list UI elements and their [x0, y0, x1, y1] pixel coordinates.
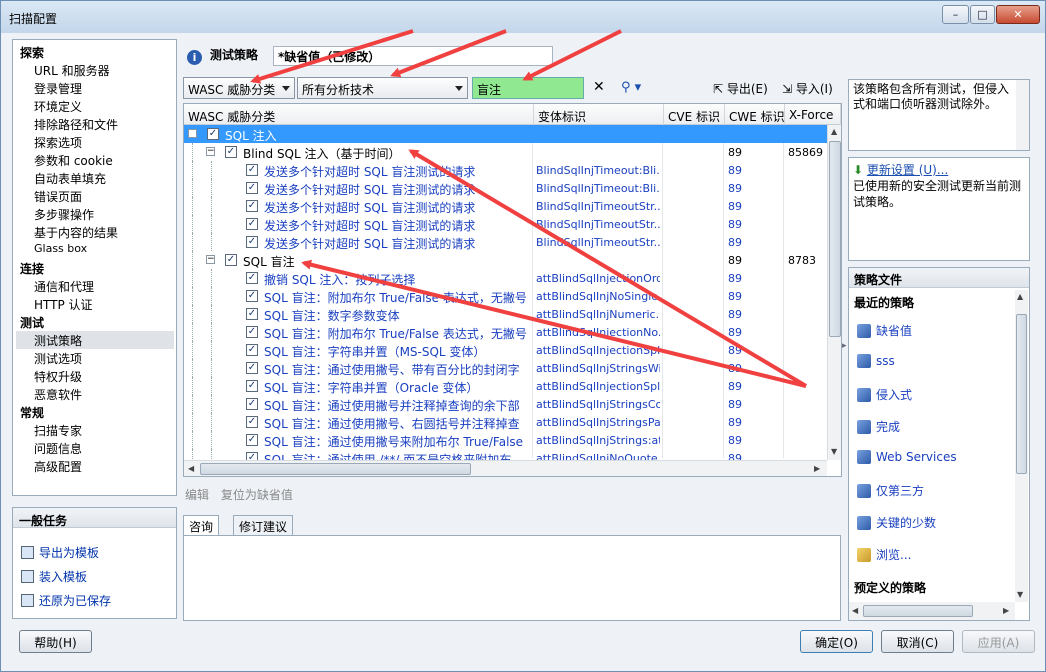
- annotation-arrow: [408, 149, 808, 388]
- scan-config-window: 扫描配置 – □ ✕ 探索 URL 和服务器 登录管理 环境定义 排除路径和文件…: [0, 0, 1046, 672]
- annotation-arrows: [250, 29, 808, 388]
- annotation-arrow: [390, 29, 507, 78]
- annotation-arrow: [250, 29, 414, 84]
- annotation-arrow: [522, 29, 622, 81]
- annotation-arrow: [301, 259, 807, 388]
